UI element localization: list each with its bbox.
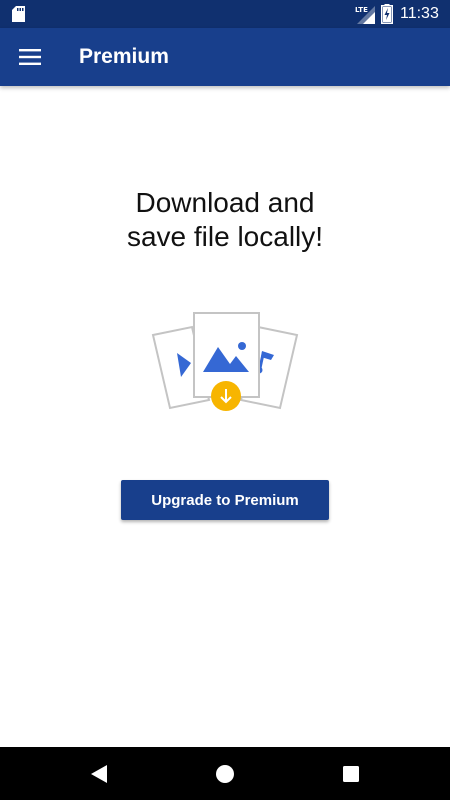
download-badge-icon xyxy=(211,381,241,411)
app-bar: Premium xyxy=(0,28,450,86)
nav-recents-button[interactable] xyxy=(336,759,366,789)
headline: Download and save file locally! xyxy=(0,186,450,254)
lte-label: LTE xyxy=(355,6,368,14)
back-icon xyxy=(91,765,107,783)
status-time: 11:33 xyxy=(400,5,439,22)
recents-icon xyxy=(343,766,359,782)
lte-signal-icon: LTE xyxy=(355,6,375,24)
page-title: Premium xyxy=(79,45,169,68)
menu-button[interactable] xyxy=(10,37,50,77)
hamburger-menu-icon xyxy=(19,49,41,65)
nav-back-button[interactable] xyxy=(84,759,114,789)
download-files-illustration xyxy=(151,312,299,411)
headline-line-1: Download and xyxy=(135,187,315,218)
home-icon xyxy=(216,765,234,783)
upgrade-to-premium-button[interactable]: Upgrade to Premium xyxy=(121,480,329,520)
premium-screen: LTE 11:33 Premium Download and save file… xyxy=(0,0,450,800)
nav-home-button[interactable] xyxy=(210,759,240,789)
navigation-bar xyxy=(0,747,450,800)
status-bar: LTE 11:33 xyxy=(0,0,450,28)
headline-line-2: save file locally! xyxy=(126,221,324,252)
sd-card-icon xyxy=(12,6,25,22)
battery-charging-icon xyxy=(381,4,393,24)
